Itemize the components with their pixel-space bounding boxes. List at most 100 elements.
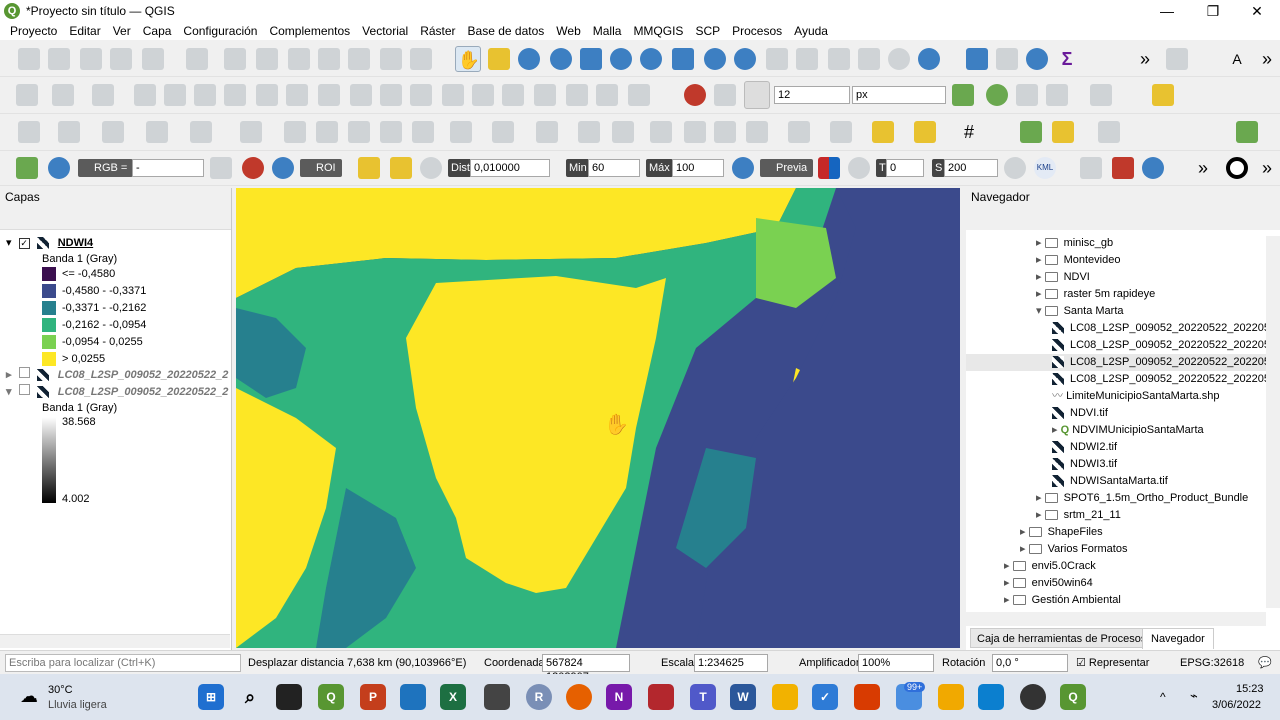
zoom-selection-icon[interactable]	[610, 48, 632, 70]
trim-extend-icon[interactable]	[380, 84, 402, 106]
kml-icon[interactable]: KML	[1034, 157, 1056, 179]
close-button[interactable]: ✕	[1234, 0, 1280, 22]
settings-gear-icon[interactable]	[1026, 48, 1048, 70]
app2-icon[interactable]	[648, 684, 674, 710]
scp-circle-icon[interactable]	[1226, 157, 1248, 179]
grid-icon[interactable]: #	[958, 121, 980, 143]
menu-complementos[interactable]: Complementos	[263, 24, 356, 38]
select-icon[interactable]	[58, 121, 80, 143]
browser-item[interactable]: ▸ ShapeFiles	[1020, 524, 1103, 541]
browser-item[interactable]: ▸ Montevideo	[1036, 252, 1120, 269]
layer-checkbox[interactable]	[18, 367, 30, 378]
menu-web[interactable]: Web	[550, 24, 586, 38]
scp-database-icon[interactable]	[1004, 157, 1026, 179]
show-bookmarks-icon[interactable]	[858, 48, 880, 70]
search-icon[interactable]: ⌕	[237, 684, 263, 710]
self-snap-icon[interactable]	[1090, 84, 1112, 106]
app6-icon[interactable]	[1020, 684, 1046, 710]
browser-item[interactable]: ▸ NDVI	[1036, 269, 1090, 286]
expand-arrow-icon[interactable]: ▸	[1004, 577, 1013, 589]
expand-arrow-icon[interactable]: ▸	[6, 369, 12, 381]
unpinned-icon[interactable]	[612, 121, 634, 143]
film-icon[interactable]	[484, 684, 510, 710]
refresh-icon[interactable]	[918, 48, 940, 70]
more-scp-icon[interactable]: »	[1192, 157, 1214, 179]
expand-arrow-icon[interactable]: ▾	[1036, 305, 1045, 317]
tab-processing-toolbox[interactable]: Caja de herramientas de Procesos	[970, 628, 1154, 648]
layer-checkbox[interactable]: ✓	[18, 238, 30, 249]
add-point-icon[interactable]	[110, 48, 132, 70]
scp-colors-icon[interactable]	[818, 157, 840, 179]
zoom-out-icon[interactable]	[550, 48, 572, 70]
change-label-icon[interactable]	[536, 121, 558, 143]
windows-start-icon[interactable]: ⊞	[198, 684, 224, 710]
callout-icon[interactable]	[684, 121, 706, 143]
layer-checkbox[interactable]	[18, 384, 30, 395]
delete-ring-icon[interactable]	[224, 84, 246, 106]
scp-redo-icon[interactable]	[420, 157, 442, 179]
browser-horizontal-scrollbar[interactable]	[966, 612, 1266, 626]
bookmark-icon[interactable]	[828, 48, 850, 70]
minimize-button[interactable]: —	[1144, 0, 1190, 22]
move-label-icon[interactable]	[450, 121, 472, 143]
undo-icon[interactable]	[380, 48, 402, 70]
attribute-table-icon[interactable]	[996, 48, 1018, 70]
label-icon[interactable]: A	[1226, 48, 1248, 70]
map-canvas[interactable]: ✋	[236, 188, 960, 648]
zoom-native-icon[interactable]	[672, 48, 694, 70]
magnet-snapping-icon[interactable]	[684, 84, 706, 106]
redo-2-icon[interactable]	[628, 84, 650, 106]
temporal-controller-icon[interactable]	[888, 48, 910, 70]
min-input[interactable]: 60	[588, 159, 640, 177]
pan-hand-icon[interactable]: ✋	[455, 46, 481, 72]
zoom-next-icon[interactable]	[734, 48, 756, 70]
collapse-arrow-icon[interactable]: ▾	[6, 237, 12, 249]
rgb-select[interactable]: -	[132, 159, 204, 177]
merge-attributes-icon[interactable]	[502, 84, 524, 106]
scp-roi-icon[interactable]	[242, 157, 264, 179]
clock-time[interactable]: 15:23	[1236, 683, 1264, 695]
menu-base-de-datos[interactable]: Base de datos	[462, 24, 551, 38]
app-icon[interactable]	[400, 684, 426, 710]
menu-capa[interactable]: Capa	[137, 24, 178, 38]
browser-item[interactable]: LC08_L2SP_009052_20220522_20220525_0	[966, 354, 1280, 371]
coordinate-input[interactable]: 567824 1202907	[542, 654, 630, 683]
diagram-icon[interactable]	[578, 121, 600, 143]
qgis-app-icon[interactable]: Q	[318, 684, 344, 710]
browser-item[interactable]: ▸ Q NDVIMUnicipioSantaMarta	[1052, 422, 1204, 439]
intersection-icon[interactable]	[1046, 84, 1068, 106]
align-icon[interactable]	[596, 84, 618, 106]
select-location-icon[interactable]	[190, 121, 212, 143]
menu-vectorial[interactable]: Vectorial	[356, 24, 414, 38]
copy-icon[interactable]	[318, 48, 340, 70]
cut-icon[interactable]	[288, 48, 310, 70]
expand-arrow-icon[interactable]: ▸	[1036, 271, 1045, 283]
rotate-icon[interactable]	[52, 84, 74, 106]
rotation-input[interactable]: 0,0 °	[992, 654, 1068, 672]
scp-zoom-icon[interactable]	[48, 157, 70, 179]
offset-symbols-icon[interactable]	[566, 84, 588, 106]
annotation-icon[interactable]	[1166, 48, 1188, 70]
zoom-in-icon[interactable]	[518, 48, 540, 70]
advanced-digitize-icon[interactable]	[16, 84, 38, 106]
teams-icon[interactable]: T	[690, 684, 716, 710]
menu-procesos[interactable]: Procesos	[726, 24, 788, 38]
scp-local-icon[interactable]	[210, 157, 232, 179]
expand-arrow-icon[interactable]: ▸	[1004, 560, 1013, 572]
scp-band-icon[interactable]	[1052, 121, 1074, 143]
browser-item[interactable]: NDWI3.tif	[1052, 456, 1117, 473]
browser-item[interactable]: ▸ envi50win64	[1004, 575, 1093, 592]
max-input[interactable]: 100	[672, 159, 724, 177]
more-tools-2-icon[interactable]: »	[1256, 48, 1278, 70]
browser-item[interactable]: ▸ SPOT6_1.5m_Ortho_Product_Bundle	[1036, 490, 1248, 507]
notepad-icon[interactable]	[978, 684, 1004, 710]
highlight-icon[interactable]	[650, 121, 672, 143]
browser-item[interactable]: NDWI2.tif	[1052, 439, 1117, 456]
tray-chevron-icon[interactable]: ^	[1160, 690, 1166, 704]
collapse-arrow-icon[interactable]: ▾	[6, 386, 12, 398]
reshape-icon[interactable]	[286, 84, 308, 106]
expand-arrow-icon[interactable]: ▸	[1036, 288, 1045, 300]
scp-search2-icon[interactable]	[1142, 157, 1164, 179]
pin-label-icon[interactable]	[380, 121, 402, 143]
add-feature-icon[interactable]	[142, 48, 164, 70]
